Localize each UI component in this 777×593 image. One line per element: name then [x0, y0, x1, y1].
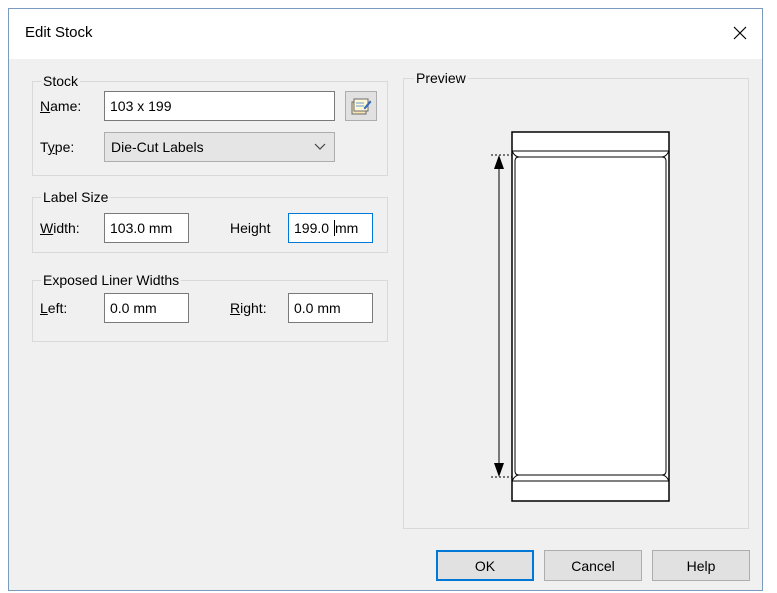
left-input[interactable]: 0.0 mm: [104, 293, 189, 323]
width-label: Width:: [40, 220, 80, 236]
left-label: Left:: [40, 300, 68, 316]
label-size-group-label: Label Size: [41, 189, 111, 205]
right-label: Right:: [230, 300, 267, 316]
cancel-button[interactable]: Cancel: [544, 550, 642, 581]
label-preview: [491, 131, 670, 502]
chevron-down-icon: [314, 143, 326, 150]
type-label: Type:: [40, 139, 75, 155]
name-label: Name:: [40, 98, 82, 114]
right-input[interactable]: 0.0 mm: [288, 293, 373, 323]
width-input[interactable]: 103.0 mm: [104, 213, 189, 243]
preview-group-label: Preview: [414, 70, 468, 86]
arrow-down-icon: [494, 463, 504, 477]
label-body: [514, 156, 667, 476]
ok-button[interactable]: OK: [436, 550, 534, 581]
stock-properties-icon: [351, 98, 372, 115]
name-input[interactable]: 103 x 199: [104, 91, 335, 121]
dialog-title: Edit Stock: [25, 24, 93, 41]
close-button[interactable]: [726, 19, 754, 47]
close-icon: [733, 26, 747, 40]
stock-properties-button[interactable]: [345, 91, 377, 121]
type-select[interactable]: Die-Cut Labels: [104, 132, 335, 162]
height-input[interactable]: 199.0 mm: [288, 213, 373, 243]
height-label: Height: [230, 220, 271, 236]
liner-group-label: Exposed Liner Widths: [41, 272, 182, 288]
stock-group-label: Stock: [41, 73, 81, 89]
arrow-up-icon: [494, 155, 504, 169]
edit-stock-dialog: Edit Stock Stock Name: 103 x 199 Type: D…: [8, 8, 763, 591]
title-bar: Edit Stock: [9, 9, 762, 59]
help-button[interactable]: Help: [652, 550, 750, 581]
